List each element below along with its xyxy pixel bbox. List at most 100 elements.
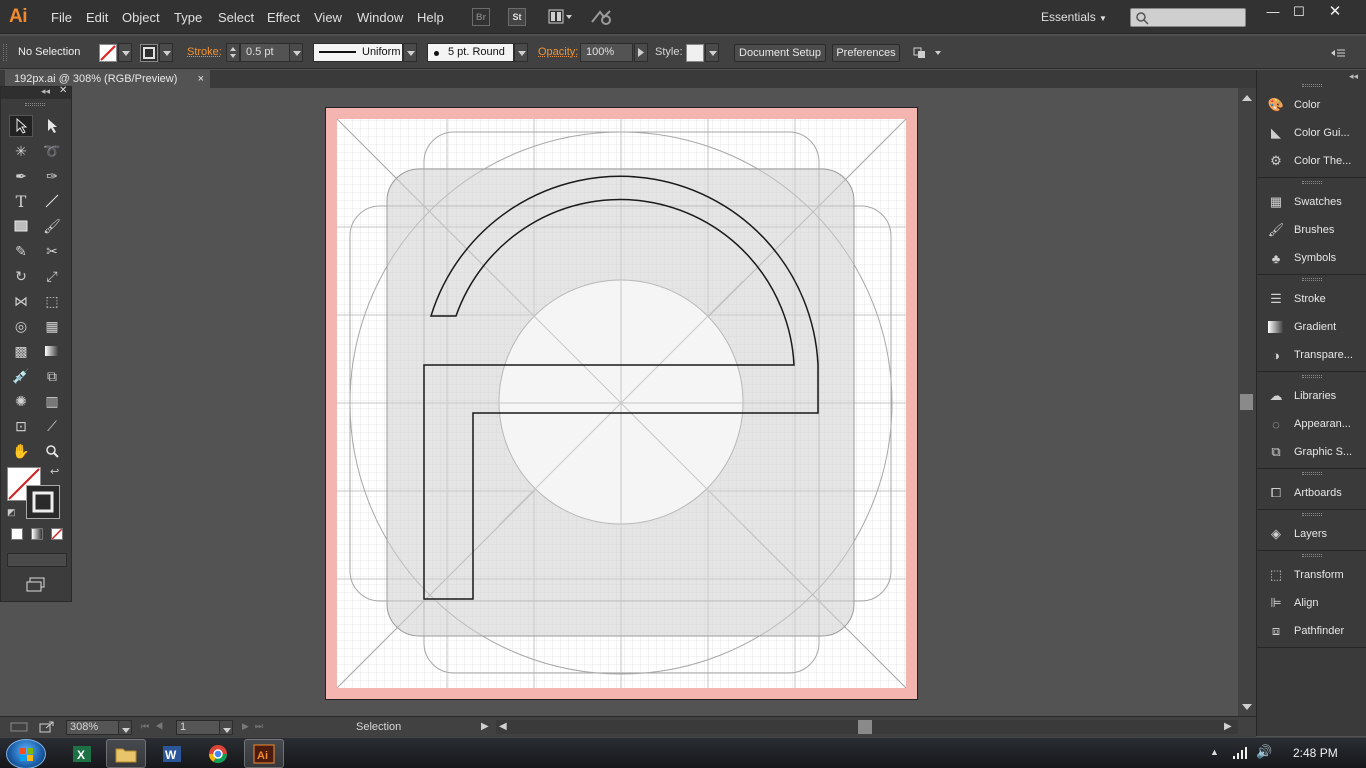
hand-tool-icon[interactable]: ✋ <box>9 440 33 462</box>
artboard-tool-icon[interactable]: ⊡ <box>9 415 33 437</box>
tools-grip[interactable] <box>25 103 45 106</box>
volume-icon[interactable]: 🔊 <box>1256 744 1272 760</box>
artboard-dropdown[interactable] <box>219 720 233 735</box>
opacity-field[interactable]: 100% <box>580 43 633 62</box>
screen-mode-icon[interactable] <box>25 577 47 593</box>
network-signal-icon[interactable] <box>1232 746 1248 763</box>
fill-dropdown[interactable] <box>118 43 132 62</box>
chrome-icon[interactable] <box>198 739 238 768</box>
width-tool-icon[interactable]: ⋈ <box>9 290 33 312</box>
panel-symbols[interactable]: ♣ Symbols <box>1257 245 1366 271</box>
artboard[interactable] <box>320 104 920 704</box>
arrange-objects-icon[interactable] <box>912 44 944 62</box>
show-hidden-icons-icon[interactable]: ▲ <box>1210 747 1219 757</box>
opacity-arrow-icon[interactable] <box>634 43 648 62</box>
default-fill-stroke-icon[interactable]: ◩ <box>7 507 16 518</box>
pencil-tool-icon[interactable]: ✎ <box>9 240 33 262</box>
panel-grip[interactable] <box>1302 375 1322 378</box>
menu-type[interactable]: Type <box>174 10 202 25</box>
zoom-dropdown[interactable] <box>118 720 132 735</box>
selection-tool-icon[interactable] <box>9 115 33 137</box>
swap-fill-stroke-icon[interactable]: ↩ <box>50 465 59 478</box>
expand-panels-icon[interactable]: ◂◂ <box>1349 71 1358 82</box>
stroke-spinner[interactable] <box>226 43 240 62</box>
panel-grip[interactable] <box>1302 554 1322 557</box>
panel-swatches[interactable]: ▦ Swatches <box>1257 189 1366 215</box>
brush-definition[interactable]: 5 pt. Round <box>427 43 514 62</box>
panel-grip[interactable] <box>1302 472 1322 475</box>
bridge-button[interactable]: Br <box>472 8 490 26</box>
stroke-weight-field[interactable]: 0.5 pt <box>240 43 290 62</box>
menu-effect[interactable]: Effect <box>267 10 300 25</box>
panel-stroke[interactable]: ☰ Stroke <box>1257 286 1366 312</box>
tools-panel-header[interactable]: ◂◂ ✕ <box>1 85 71 99</box>
panel-color[interactable]: 🎨 Color <box>1257 92 1366 118</box>
canvas-area[interactable] <box>0 88 1238 716</box>
perspective-grid-tool-icon[interactable]: ▦ <box>40 315 64 337</box>
panel-grip[interactable] <box>1302 181 1322 184</box>
panel-appearance[interactable]: ◌ Appearan... <box>1257 411 1366 437</box>
panel-gradient[interactable]: Gradient <box>1257 314 1366 340</box>
word-icon[interactable]: W <box>152 739 192 768</box>
free-transform-tool-icon[interactable]: ⬚ <box>40 290 64 312</box>
menu-select[interactable]: Select <box>218 10 254 25</box>
stock-button[interactable]: St <box>508 8 526 26</box>
rotate-tool-icon[interactable]: ↻ <box>9 265 33 287</box>
menu-view[interactable]: View <box>314 10 342 25</box>
fill-swatch-none-icon[interactable] <box>99 44 117 62</box>
magic-wand-tool-icon[interactable]: ✳ <box>9 140 33 162</box>
line-segment-tool-icon[interactable] <box>40 190 64 212</box>
stroke-color-dropdown[interactable] <box>159 43 173 62</box>
panel-pathfinder[interactable]: ⧈ Pathfinder <box>1257 618 1366 644</box>
stroke-color-icon[interactable] <box>26 485 60 519</box>
document-close-icon[interactable]: × <box>198 70 204 88</box>
gpu-icon[interactable] <box>10 721 28 733</box>
panel-color-themes[interactable]: ⚙ Color The... <box>1257 148 1366 174</box>
scroll-right-icon[interactable]: ▶ <box>1224 721 1232 732</box>
workspace-switcher[interactable]: Essentials ▼ <box>1041 10 1107 24</box>
horizontal-scrollbar[interactable]: ◀ ▶ <box>496 720 1238 734</box>
search-input[interactable] <box>1130 8 1246 27</box>
maximize-icon[interactable]: ☐ <box>1284 2 1314 22</box>
style-dropdown[interactable] <box>705 43 719 62</box>
system-clock[interactable]: 2:48 PM <box>1293 746 1338 760</box>
panel-transparency[interactable]: ◑ Transpare... <box>1257 342 1366 368</box>
panel-brushes[interactable]: 🖌 Brushes <box>1257 217 1366 243</box>
vertical-scrollbar[interactable] <box>1238 88 1256 716</box>
scroll-down-icon[interactable] <box>1238 700 1256 714</box>
stroke-swatch-icon[interactable] <box>140 44 158 62</box>
scroll-left-icon[interactable]: ◀ <box>499 721 507 732</box>
lasso-tool-icon[interactable]: ➰ <box>40 140 64 162</box>
share-icon[interactable] <box>38 720 56 734</box>
paintbrush-tool-icon[interactable]: 🖌 <box>40 215 64 237</box>
stroke-label[interactable]: Stroke: <box>187 46 222 58</box>
panel-menu-icon[interactable] <box>1330 46 1346 60</box>
document-setup-button[interactable]: Document Setup <box>734 44 826 62</box>
collapse-icon[interactable]: ◂◂ <box>41 86 50 97</box>
variable-width-profile[interactable]: Uniform <box>313 43 403 62</box>
symbol-sprayer-tool-icon[interactable]: ✺ <box>9 390 33 412</box>
panel-transform[interactable]: ⬚ Transform <box>1257 562 1366 588</box>
horizontal-scroll-thumb[interactable] <box>858 720 872 734</box>
panel-grip[interactable] <box>1302 278 1322 281</box>
zoom-tool-icon[interactable] <box>40 440 64 462</box>
vertical-scroll-thumb[interactable] <box>1240 394 1253 410</box>
start-button[interactable] <box>6 739 46 768</box>
panel-layers[interactable]: ◈ Layers <box>1257 521 1366 547</box>
blend-tool-icon[interactable]: ⧉ <box>40 365 64 387</box>
type-tool-icon[interactable]: T <box>9 190 33 212</box>
illustrator-icon[interactable]: Ai <box>244 739 284 768</box>
control-bar-grip[interactable] <box>3 44 7 61</box>
panel-graphic-styles[interactable]: ⧉ Graphic S... <box>1257 439 1366 465</box>
menu-object[interactable]: Object <box>122 10 160 25</box>
preferences-button[interactable]: Preferences <box>832 44 900 62</box>
menu-help[interactable]: Help <box>417 10 444 25</box>
curvature-tool-icon[interactable]: ✑ <box>40 165 64 187</box>
close-icon[interactable]: ✕ <box>1320 2 1350 22</box>
profile-dropdown[interactable] <box>403 43 417 62</box>
menu-file[interactable]: File <box>51 10 72 25</box>
menu-edit[interactable]: Edit <box>86 10 108 25</box>
stroke-weight-dropdown[interactable] <box>289 43 303 62</box>
pen-tool-icon[interactable]: ✒ <box>9 165 33 187</box>
panel-libraries[interactable]: ☁ Libraries <box>1257 383 1366 409</box>
